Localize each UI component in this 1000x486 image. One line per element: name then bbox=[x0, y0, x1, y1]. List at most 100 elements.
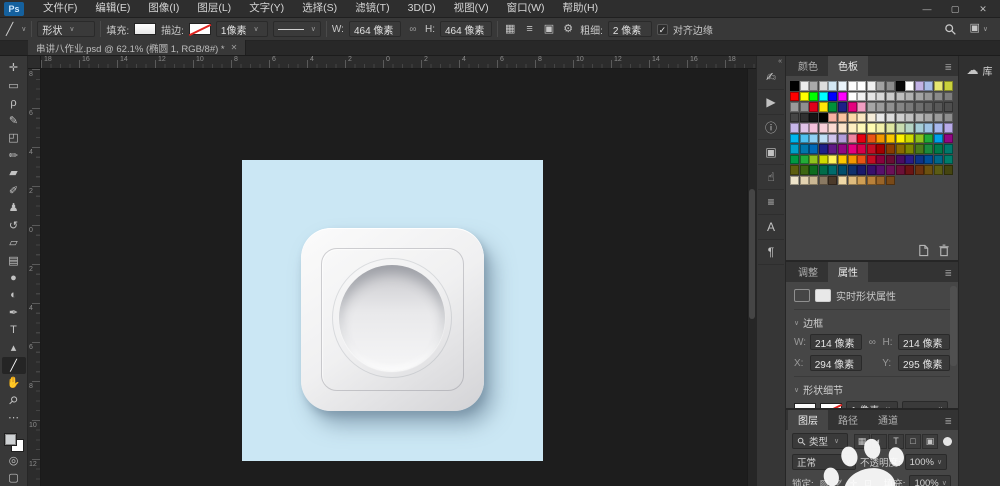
swatch[interactable] bbox=[915, 113, 924, 123]
prop-height-field[interactable]: 214 像素 bbox=[898, 334, 950, 350]
swatch[interactable] bbox=[790, 113, 799, 123]
menu-select[interactable]: 选择(S) bbox=[293, 0, 346, 17]
swatch[interactable] bbox=[828, 176, 837, 186]
swatch[interactable] bbox=[790, 165, 799, 175]
quick-selection-tool[interactable]: ✎ bbox=[2, 112, 26, 130]
swatch[interactable] bbox=[857, 176, 866, 186]
lasso-tool[interactable]: ρ bbox=[2, 94, 26, 112]
link-wh-icon[interactable]: ∞ bbox=[866, 337, 878, 348]
maximize-button[interactable]: ▢ bbox=[942, 1, 968, 17]
line-weight-field[interactable]: 2 像素 bbox=[608, 21, 652, 37]
swatch[interactable] bbox=[915, 155, 924, 165]
swatch[interactable] bbox=[800, 81, 809, 91]
export-panel-icon[interactable]: ▣ bbox=[758, 140, 784, 165]
path-alignment-icon[interactable]: ≡ bbox=[524, 22, 534, 36]
swatch[interactable] bbox=[800, 144, 809, 154]
swatch[interactable] bbox=[924, 92, 933, 102]
swatch[interactable] bbox=[828, 144, 837, 154]
swatch[interactable] bbox=[790, 81, 799, 91]
paragraph-panel-icon[interactable]: ¶ bbox=[758, 240, 784, 265]
swatch[interactable] bbox=[838, 134, 847, 144]
libraries-panel-button[interactable]: ☁ 库 bbox=[959, 60, 1000, 80]
swatch[interactable] bbox=[915, 102, 924, 112]
lock-all-icon[interactable]: ⊡ bbox=[862, 478, 874, 486]
link-dimensions-icon[interactable]: ∞ bbox=[406, 24, 420, 35]
swatch[interactable] bbox=[905, 144, 914, 154]
swatch[interactable] bbox=[934, 81, 943, 91]
swatch[interactable] bbox=[934, 102, 943, 112]
panel-menu-icon[interactable]: ≣ bbox=[938, 268, 958, 282]
swatch[interactable] bbox=[876, 144, 885, 154]
character-panel-icon[interactable]: A bbox=[758, 215, 784, 240]
blend-mode-select[interactable]: 正常∨ bbox=[792, 454, 856, 470]
menu-edit[interactable]: 编辑(E) bbox=[86, 0, 139, 17]
swatch[interactable] bbox=[838, 155, 847, 165]
prop-width-field[interactable]: 214 像素 bbox=[810, 334, 862, 350]
type-tool[interactable]: T bbox=[2, 322, 26, 340]
blur-tool[interactable]: ● bbox=[2, 269, 26, 287]
layer-filter-toggle[interactable] bbox=[943, 437, 952, 446]
swatch[interactable] bbox=[934, 155, 943, 165]
document-canvas[interactable] bbox=[242, 160, 543, 461]
swatch[interactable] bbox=[838, 81, 847, 91]
swatch[interactable] bbox=[867, 155, 876, 165]
transform-section-header[interactable]: ∨边框 bbox=[794, 310, 950, 334]
swatch[interactable] bbox=[915, 123, 924, 133]
tab-swatches[interactable]: 色板 bbox=[828, 56, 868, 76]
swatch[interactable] bbox=[800, 113, 809, 123]
swatch[interactable] bbox=[924, 102, 933, 112]
tab-close-icon[interactable]: ✕ bbox=[231, 43, 238, 52]
filter-adjustment-layers-icon[interactable]: ◐ bbox=[871, 434, 887, 449]
crop-tool[interactable]: ◰ bbox=[2, 129, 26, 147]
canvas-scrollbar[interactable] bbox=[747, 69, 756, 486]
swatch[interactable] bbox=[944, 134, 953, 144]
foreground-color-swatch[interactable] bbox=[4, 433, 17, 446]
swatch[interactable] bbox=[876, 155, 885, 165]
swatch[interactable] bbox=[905, 102, 914, 112]
swatch[interactable] bbox=[800, 176, 809, 186]
stroke-width-field[interactable]: 1像素∨ bbox=[216, 21, 268, 37]
prop-stroke-swatch[interactable] bbox=[820, 403, 842, 410]
document-tab[interactable]: 串讲八作业.psd @ 62.1% (椭圆 1, RGB/8#) * ✕ bbox=[28, 40, 246, 55]
swatch[interactable] bbox=[876, 134, 885, 144]
menu-file[interactable]: 文件(F) bbox=[34, 0, 86, 17]
swatch[interactable] bbox=[896, 165, 905, 175]
swatch[interactable] bbox=[819, 113, 828, 123]
swatch[interactable] bbox=[800, 134, 809, 144]
swatch[interactable] bbox=[819, 123, 828, 133]
tab-color[interactable]: 颜色 bbox=[788, 56, 828, 76]
quick-mask-button[interactable]: ◎ bbox=[2, 452, 26, 469]
swatch[interactable] bbox=[838, 92, 847, 102]
ruler-origin-corner[interactable] bbox=[28, 56, 41, 69]
swatch[interactable] bbox=[848, 176, 857, 186]
swatch[interactable] bbox=[886, 81, 895, 91]
swatch[interactable] bbox=[876, 176, 885, 186]
fill-field[interactable]: 100%∨ bbox=[909, 475, 951, 486]
swatch[interactable] bbox=[924, 134, 933, 144]
swatch[interactable] bbox=[896, 123, 905, 133]
swatch[interactable] bbox=[867, 144, 876, 154]
swatch[interactable] bbox=[857, 155, 866, 165]
menu-filter[interactable]: 滤镜(T) bbox=[346, 0, 398, 17]
swatch[interactable] bbox=[790, 176, 799, 186]
swatch[interactable] bbox=[809, 144, 818, 154]
swatch[interactable] bbox=[867, 113, 876, 123]
swatch[interactable] bbox=[819, 92, 828, 102]
swatch[interactable] bbox=[800, 155, 809, 165]
swatch[interactable] bbox=[828, 155, 837, 165]
swatch[interactable] bbox=[886, 113, 895, 123]
tab-layers[interactable]: 图层 bbox=[788, 410, 828, 430]
panel-menu-icon[interactable]: ≣ bbox=[938, 62, 958, 76]
swatch[interactable] bbox=[848, 102, 857, 112]
swatch[interactable] bbox=[934, 134, 943, 144]
swatch[interactable] bbox=[867, 123, 876, 133]
minimize-button[interactable]: — bbox=[914, 1, 940, 17]
swatch[interactable] bbox=[857, 123, 866, 133]
path-arrangement-icon[interactable]: ▣ bbox=[542, 22, 556, 36]
menu-3d[interactable]: 3D(D) bbox=[399, 0, 445, 17]
zoom-tool[interactable]: ⚲ bbox=[2, 392, 26, 410]
vertical-ruler[interactable]: 8642024681012 bbox=[28, 69, 41, 486]
swatch[interactable] bbox=[848, 144, 857, 154]
swatch[interactable] bbox=[886, 165, 895, 175]
swatch[interactable] bbox=[944, 81, 953, 91]
